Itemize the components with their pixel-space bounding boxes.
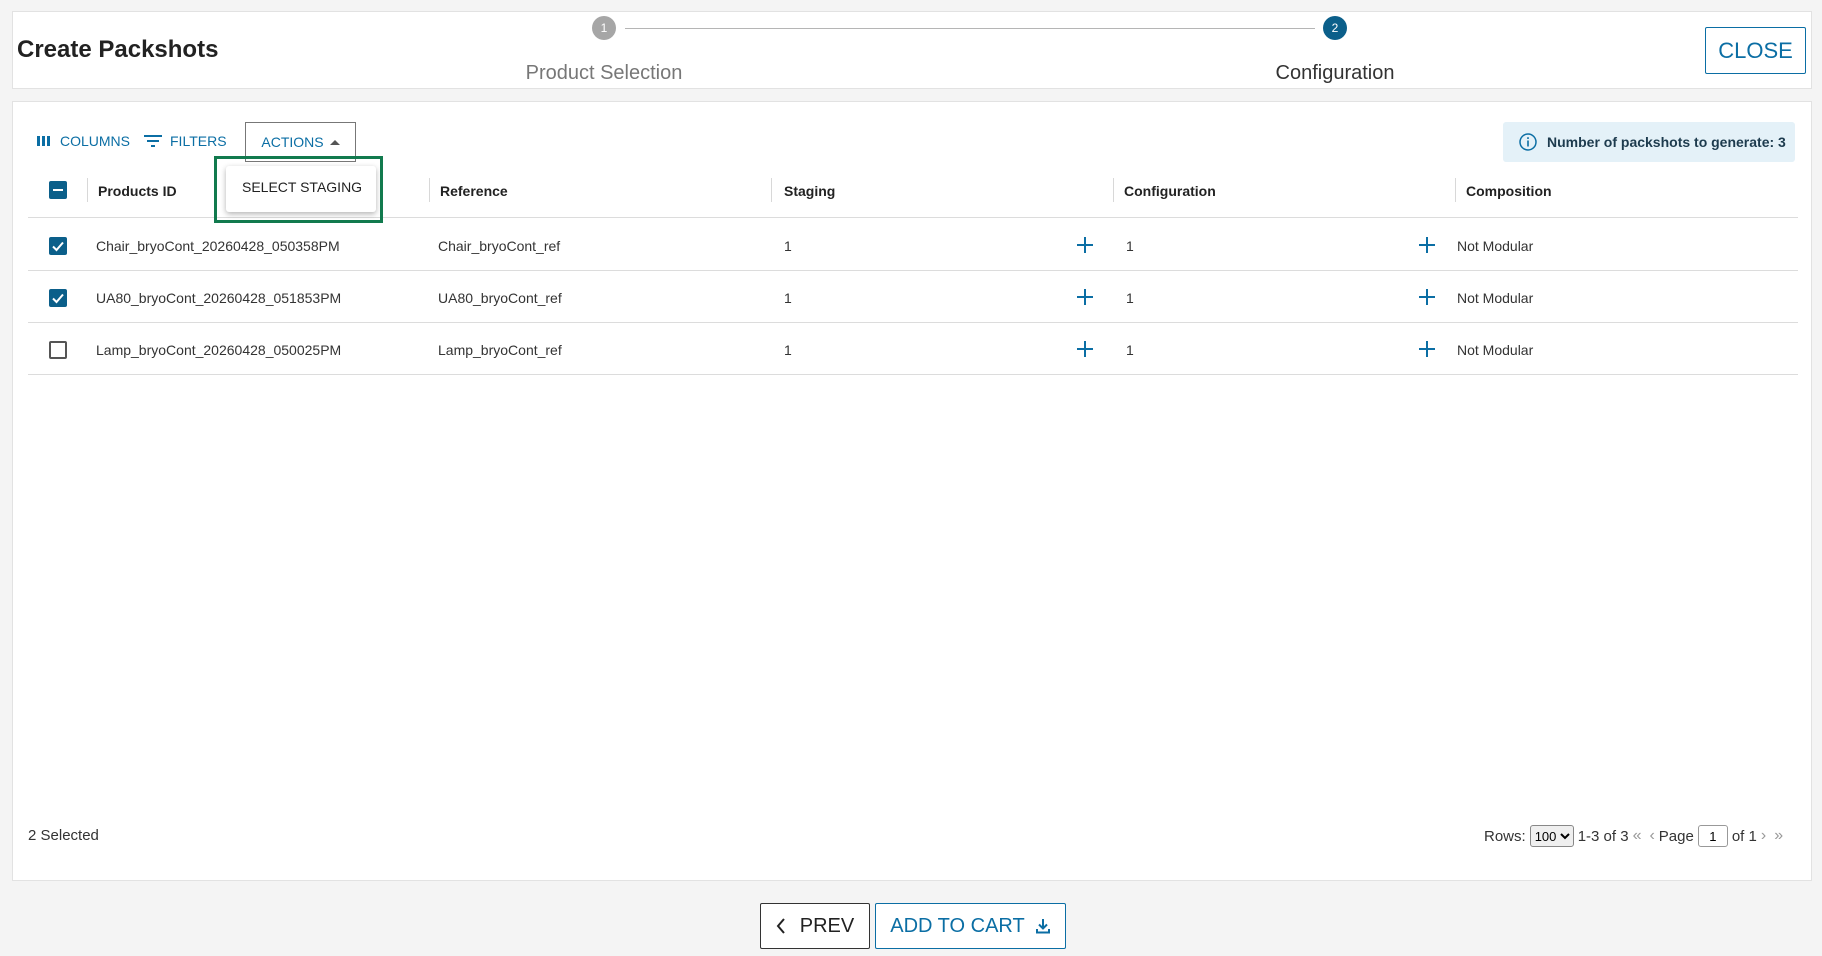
filter-icon [144, 135, 162, 147]
column-header-products-id[interactable]: Products ID [98, 183, 177, 199]
highlight-box [214, 156, 383, 223]
first-page-icon[interactable]: « [1633, 827, 1642, 845]
prev-button[interactable]: PREV [760, 903, 870, 949]
info-banner: Number of packshots to generate: 3 [1503, 122, 1795, 162]
caret-up-icon [329, 139, 340, 145]
column-separator [771, 178, 772, 202]
add-configuration-icon[interactable] [1419, 237, 1435, 253]
actions-label: ACTIONS [261, 134, 324, 150]
step-1-label: Product Selection [525, 62, 683, 84]
cell-reference: UA80_bryoCont_ref [438, 290, 562, 306]
page-label: Page [1658, 827, 1694, 845]
row-divider [28, 322, 1798, 323]
step-2-label: Configuration [1275, 62, 1395, 84]
chevron-left-icon [776, 918, 785, 934]
column-header-reference[interactable]: Reference [440, 183, 508, 199]
add-to-cart-button[interactable]: ADD TO CART [875, 903, 1066, 949]
column-separator [87, 178, 88, 202]
cell-configuration: 1 [1126, 290, 1134, 306]
info-icon [1519, 133, 1537, 151]
add-staging-icon[interactable] [1077, 341, 1093, 357]
add-to-cart-label: ADD TO CART [890, 914, 1025, 937]
filters-button[interactable]: FILTERS [144, 130, 227, 152]
cell-staging: 1 [784, 238, 792, 254]
cell-product-id: Chair_bryoCont_20260428_050358PM [96, 238, 340, 254]
pagination: Rows: 100 1-3 of 3 « ‹ Page of 1 › » [1484, 824, 1787, 848]
cell-reference: Chair_bryoCont_ref [438, 238, 561, 254]
page-of-text: of 1 [1731, 827, 1757, 845]
cell-composition: Not Modular [1457, 290, 1534, 306]
column-separator [1113, 178, 1114, 202]
cell-configuration: 1 [1126, 238, 1134, 254]
prev-page-icon[interactable]: ‹ [1649, 827, 1654, 845]
column-separator [429, 178, 430, 202]
check-icon [52, 293, 64, 304]
download-icon [1035, 919, 1050, 934]
cell-composition: Not Modular [1457, 238, 1534, 254]
add-staging-icon[interactable] [1077, 237, 1093, 253]
close-button[interactable]: CLOSE [1705, 27, 1806, 74]
add-configuration-icon[interactable] [1419, 341, 1435, 357]
stepper-line [625, 28, 1315, 29]
step-1-indicator[interactable]: 1 [592, 16, 616, 40]
cell-product-id: Lamp_bryoCont_20260428_050025PM [96, 342, 342, 358]
rows-label: Rows: [1484, 827, 1526, 845]
check-icon [52, 241, 64, 252]
cell-configuration: 1 [1126, 342, 1134, 358]
row-checkbox[interactable] [49, 341, 67, 359]
step-2-indicator[interactable]: 2 [1323, 16, 1347, 40]
columns-icon [37, 136, 50, 146]
rows-per-page-select[interactable]: 100 [1529, 825, 1574, 847]
page-title: Create Packshots [17, 36, 219, 63]
prev-label: PREV [799, 914, 855, 937]
cell-product-id: UA80_bryoCont_20260428_051853PM [96, 290, 342, 306]
columns-label: COLUMNS [60, 133, 131, 149]
header-card [12, 11, 1812, 89]
column-header-staging[interactable]: Staging [784, 183, 835, 199]
filters-label: FILTERS [170, 133, 227, 149]
columns-button[interactable]: COLUMNS [36, 130, 130, 152]
column-header-composition[interactable]: Composition [1466, 183, 1552, 199]
add-configuration-icon[interactable] [1419, 289, 1435, 305]
add-staging-icon[interactable] [1077, 289, 1093, 305]
cell-composition: Not Modular [1457, 342, 1534, 358]
row-checkbox[interactable] [49, 237, 67, 255]
info-text: Number of packshots to generate: 3 [1547, 134, 1786, 150]
next-page-icon[interactable]: › [1761, 827, 1766, 845]
column-header-configuration[interactable]: Configuration [1124, 183, 1216, 199]
range-text: 1-3 of 3 [1577, 827, 1629, 845]
row-checkbox[interactable] [49, 289, 67, 307]
row-divider [28, 270, 1798, 271]
last-page-icon[interactable]: » [1774, 827, 1783, 845]
selected-count: 2 Selected [28, 827, 99, 844]
cell-staging: 1 [784, 290, 792, 306]
row-divider [28, 374, 1798, 375]
page-input[interactable] [1697, 825, 1728, 847]
cell-staging: 1 [784, 342, 792, 358]
select-all-checkbox[interactable] [49, 181, 67, 199]
cell-reference: Lamp_bryoCont_ref [438, 342, 562, 358]
column-separator [1455, 178, 1456, 202]
